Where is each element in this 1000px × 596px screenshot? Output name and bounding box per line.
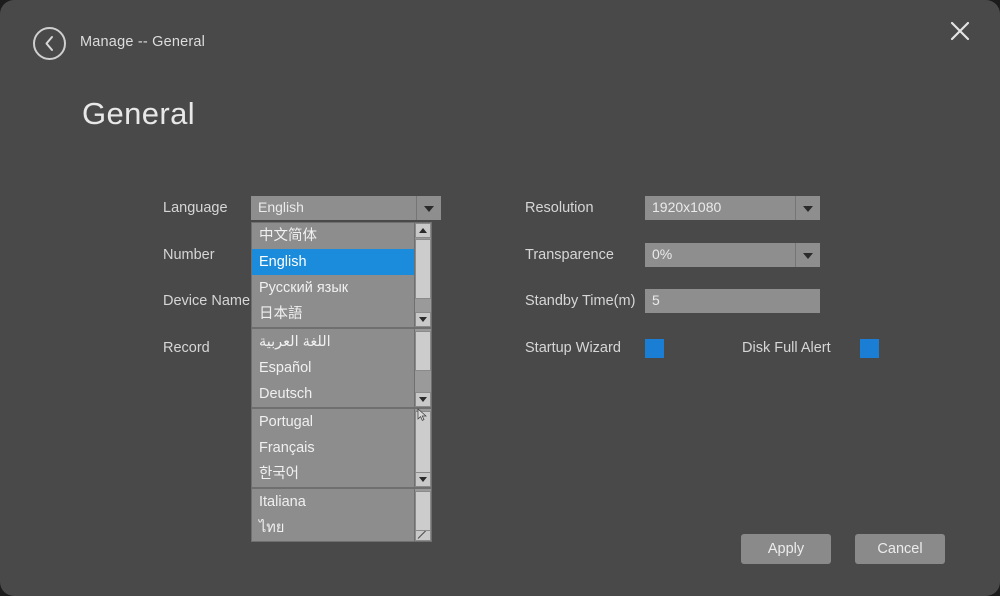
page-title: General bbox=[82, 96, 196, 131]
language-option[interactable]: English bbox=[252, 249, 431, 275]
label-record: Record bbox=[163, 339, 210, 356]
language-dropdown-scrollbar[interactable] bbox=[414, 223, 431, 327]
language-option[interactable]: Portugal bbox=[252, 409, 431, 435]
language-option[interactable]: Español bbox=[252, 355, 431, 381]
language-dropdown-panel[interactable]: Portugal Français 한국어 bbox=[251, 408, 432, 488]
breadcrumb: Manage -- General bbox=[80, 34, 206, 50]
language-option[interactable]: Русский язык bbox=[252, 275, 431, 301]
label-resolution: Resolution bbox=[525, 200, 594, 216]
general-settings-window: Manage -- General General Language Engli… bbox=[0, 0, 1000, 596]
cancel-button[interactable]: Cancel bbox=[855, 534, 945, 564]
language-select[interactable]: English bbox=[251, 196, 441, 220]
standby-time-input[interactable]: 5 bbox=[645, 289, 820, 313]
row-transparence: Transparence 0% bbox=[525, 242, 845, 290]
language-dropdown-scrollbar[interactable] bbox=[414, 329, 431, 407]
label-disk-full-alert: Disk Full Alert bbox=[742, 339, 831, 356]
language-select-value: English bbox=[258, 199, 304, 215]
transparence-select[interactable]: 0% bbox=[645, 242, 820, 267]
language-dropdown-panel[interactable]: 中文简体 English Русский язык 日本語 bbox=[251, 222, 432, 328]
language-option[interactable]: اللغة العربية bbox=[252, 329, 431, 355]
label-device-name: Device Name bbox=[163, 293, 251, 309]
label-transparence: Transparence bbox=[525, 246, 614, 263]
label-language: Language bbox=[163, 200, 228, 216]
language-option[interactable]: ไทย bbox=[252, 515, 431, 541]
scrollbar-thumb[interactable] bbox=[415, 331, 431, 371]
scroll-up-arrow-icon[interactable] bbox=[415, 223, 431, 238]
language-dropdown-scrollbar[interactable] bbox=[414, 489, 431, 541]
scrollbar-thumb[interactable] bbox=[415, 411, 431, 473]
scroll-down-arrow-icon[interactable] bbox=[415, 392, 431, 407]
disk-full-alert-checkbox[interactable] bbox=[860, 338, 879, 358]
window-header: Manage -- General bbox=[0, 0, 1000, 80]
row-standby-time: Standby Time(m) 5 bbox=[525, 289, 845, 336]
label-number: Number bbox=[163, 246, 215, 263]
language-option[interactable]: 中文简体 bbox=[252, 223, 431, 249]
language-dropdown-panel[interactable]: اللغة العربية Español Deutsch bbox=[251, 328, 432, 408]
language-dropdown-list[interactable]: 中文简体 English Русский язык 日本語 اللغة العربية E… bbox=[251, 222, 432, 542]
language-option[interactable]: Deutsch bbox=[252, 381, 431, 407]
label-standby-time: Standby Time(m) bbox=[525, 293, 636, 309]
chevron-down-icon[interactable] bbox=[795, 242, 820, 267]
startup-wizard-checkbox[interactable] bbox=[645, 338, 664, 358]
transparence-select-value: 0% bbox=[652, 245, 673, 262]
row-toggles: Startup Wizard Disk Full Alert bbox=[525, 336, 879, 383]
close-x-icon[interactable] bbox=[945, 16, 975, 46]
row-resolution: Resolution 1920x1080 bbox=[525, 196, 845, 243]
scroll-down-arrow-icon[interactable] bbox=[415, 312, 431, 327]
back-chevron-circle-icon[interactable] bbox=[33, 27, 66, 60]
chevron-down-icon[interactable] bbox=[416, 196, 441, 220]
resolution-select[interactable]: 1920x1080 bbox=[645, 196, 820, 220]
apply-button[interactable]: Apply bbox=[741, 534, 831, 564]
scroll-down-arrow-icon[interactable] bbox=[415, 472, 431, 487]
label-startup-wizard: Startup Wizard bbox=[525, 339, 621, 356]
language-option[interactable]: Français bbox=[252, 435, 431, 461]
language-dropdown-panel[interactable]: Italiana ไทย bbox=[251, 488, 432, 542]
language-option[interactable]: 日本語 bbox=[252, 301, 431, 327]
scrollbar-thumb[interactable] bbox=[415, 239, 431, 299]
language-option[interactable]: Italiana bbox=[252, 489, 431, 515]
scrollbar-thumb[interactable] bbox=[415, 491, 431, 531]
language-dropdown-scrollbar[interactable] bbox=[414, 409, 431, 487]
resolution-select-value: 1920x1080 bbox=[652, 199, 722, 215]
standby-time-value: 5 bbox=[652, 292, 660, 308]
right-form-column: Resolution 1920x1080 Transparence 0% Sta… bbox=[525, 196, 879, 383]
language-option[interactable]: 한국어 bbox=[252, 461, 431, 487]
chevron-down-icon[interactable] bbox=[795, 196, 820, 220]
